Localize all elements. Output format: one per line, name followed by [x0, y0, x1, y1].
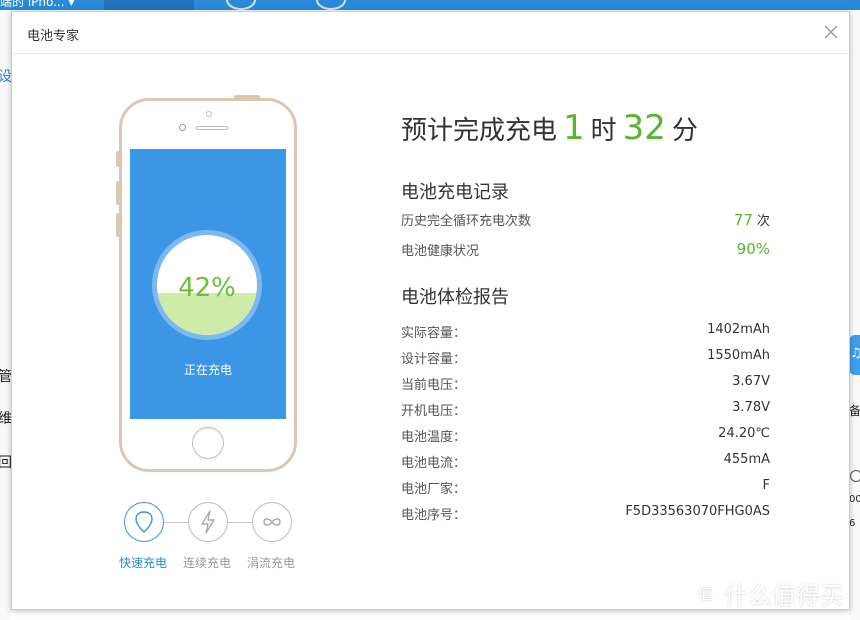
report-row-label: 设计容量： — [401, 352, 467, 367]
eta-hours-unit: 时 — [590, 116, 617, 146]
background-right-panel: 备 00 6 — [849, 10, 860, 620]
continuous-charge-icon[interactable] — [188, 502, 228, 542]
report-row-label: 电池厂家： — [401, 482, 467, 497]
phone-volume-down — [116, 213, 120, 237]
report-row: 当前电压： 3.67V — [401, 374, 770, 393]
report-row-label: 当前电压： — [401, 378, 467, 393]
report-row-value: 3.67V — [732, 374, 770, 389]
shield-icon — [135, 511, 153, 533]
report-row-label: 电池电流： — [401, 456, 467, 471]
background-right-label: 00 — [849, 494, 860, 505]
background-active-tab[interactable] — [104, 0, 194, 10]
phone-volume-up — [116, 181, 120, 205]
mode-connector — [227, 522, 253, 523]
report-row-value: F — [762, 478, 770, 493]
cycle-count-row: 历史完全循环充电次数 77 次 — [401, 210, 770, 229]
cycle-count-value: 77 次 — [733, 211, 770, 229]
charging-status: 正在充电 — [183, 363, 232, 377]
watermark-logo-icon: 值 — [690, 578, 720, 608]
battery-expert-dialog: 电池专家 42% 正在充电 快速充电 连续充电 涓流充电 预计完成充电 1 时 … — [11, 11, 850, 610]
charge-eta: 预计完成充电 1 时 32 分 — [401, 108, 698, 148]
charge-record-title: 电池充电记录 — [401, 182, 509, 203]
report-row-value: 455mA — [723, 452, 770, 467]
background-left-panel: 设 管 维 回 — [0, 10, 12, 620]
fast-charge-label[interactable]: 快速充电 — [108, 554, 178, 571]
music-app-icon[interactable] — [849, 335, 860, 375]
battery-health-row: 电池健康状况 90% — [401, 240, 770, 259]
report-row-value: F5D33563070FHG0AS — [625, 504, 770, 519]
lightning-icon — [201, 510, 215, 534]
report-row: 电池电流： 455mA — [401, 452, 770, 471]
infinity-icon — [263, 518, 281, 526]
close-icon[interactable] — [823, 24, 839, 40]
background-tab-icon — [316, 0, 346, 10]
background-right-label: 备 — [849, 404, 860, 418]
dialog-title: 电池专家 — [27, 29, 80, 44]
device-selector[interactable]: 端的 iPho... ▾ — [0, 0, 100, 9]
eta-minutes: 32 — [622, 108, 666, 148]
trickle-charge-icon[interactable] — [252, 502, 292, 542]
dialog-titlebar: 电池专家 — [12, 12, 849, 54]
report-row-label: 电池序号： — [401, 508, 467, 523]
trickle-charge-label[interactable]: 涓流充电 — [236, 554, 306, 571]
battery-health-label: 电池健康状况 — [401, 244, 480, 259]
report-row: 开机电压： 3.78V — [401, 400, 770, 419]
phone-sensor — [206, 111, 212, 117]
report-row: 电池温度： 24.20℃ — [401, 426, 770, 445]
phone-illustration: 42% 正在充电 — [116, 95, 297, 472]
fast-charge-icon[interactable] — [124, 502, 164, 542]
report-row-label: 开机电压： — [401, 404, 467, 419]
phone-speaker — [196, 126, 228, 130]
background-tab-icon — [226, 0, 256, 10]
eta-hours: 1 — [563, 108, 585, 148]
battery-percent: 42% — [178, 273, 236, 303]
report-row-value: 3.78V — [732, 400, 770, 415]
eta-prefix: 预计完成充电 — [401, 116, 558, 146]
eta-minutes-unit: 分 — [671, 116, 698, 146]
cycle-count-label: 历史完全循环充电次数 — [401, 214, 532, 229]
report-row: 实际容量： 1402mAh — [401, 322, 770, 341]
battery-gauge: 42% — [152, 230, 262, 340]
report-row: 电池厂家： F — [401, 478, 770, 497]
phone-camera — [179, 124, 186, 131]
battery-health-value: 90% — [736, 240, 770, 258]
report-row-value: 1402mAh — [707, 322, 770, 337]
watermark-text: 什么值得买 — [724, 581, 844, 610]
continuous-charge-label[interactable]: 连续充电 — [172, 554, 242, 571]
report-row: 设计容量： 1550mAh — [401, 348, 770, 367]
phone-home-button — [192, 427, 224, 459]
background-top-bar: 端的 iPho... ▾ — [0, 0, 860, 10]
report-row: 电池序号： F5D33563070FHG0AS — [401, 504, 770, 523]
phone-screen: 42% 正在充电 — [130, 149, 286, 419]
report-row-value: 24.20℃ — [718, 426, 770, 441]
mode-connector — [163, 522, 189, 523]
charge-mode-selector: 快速充电 连续充电 涓流充电 — [113, 502, 313, 572]
phone-mute-switch — [116, 151, 120, 167]
phone-power-button — [234, 95, 260, 99]
watermark: 值 什么值得买 — [690, 577, 860, 610]
background-radio[interactable] — [850, 470, 860, 482]
report-row-value: 1550mAh — [707, 348, 770, 363]
report-title: 电池体检报告 — [401, 287, 509, 308]
report-row-label: 电池温度： — [401, 430, 467, 445]
report-row-label: 实际容量： — [401, 326, 467, 341]
